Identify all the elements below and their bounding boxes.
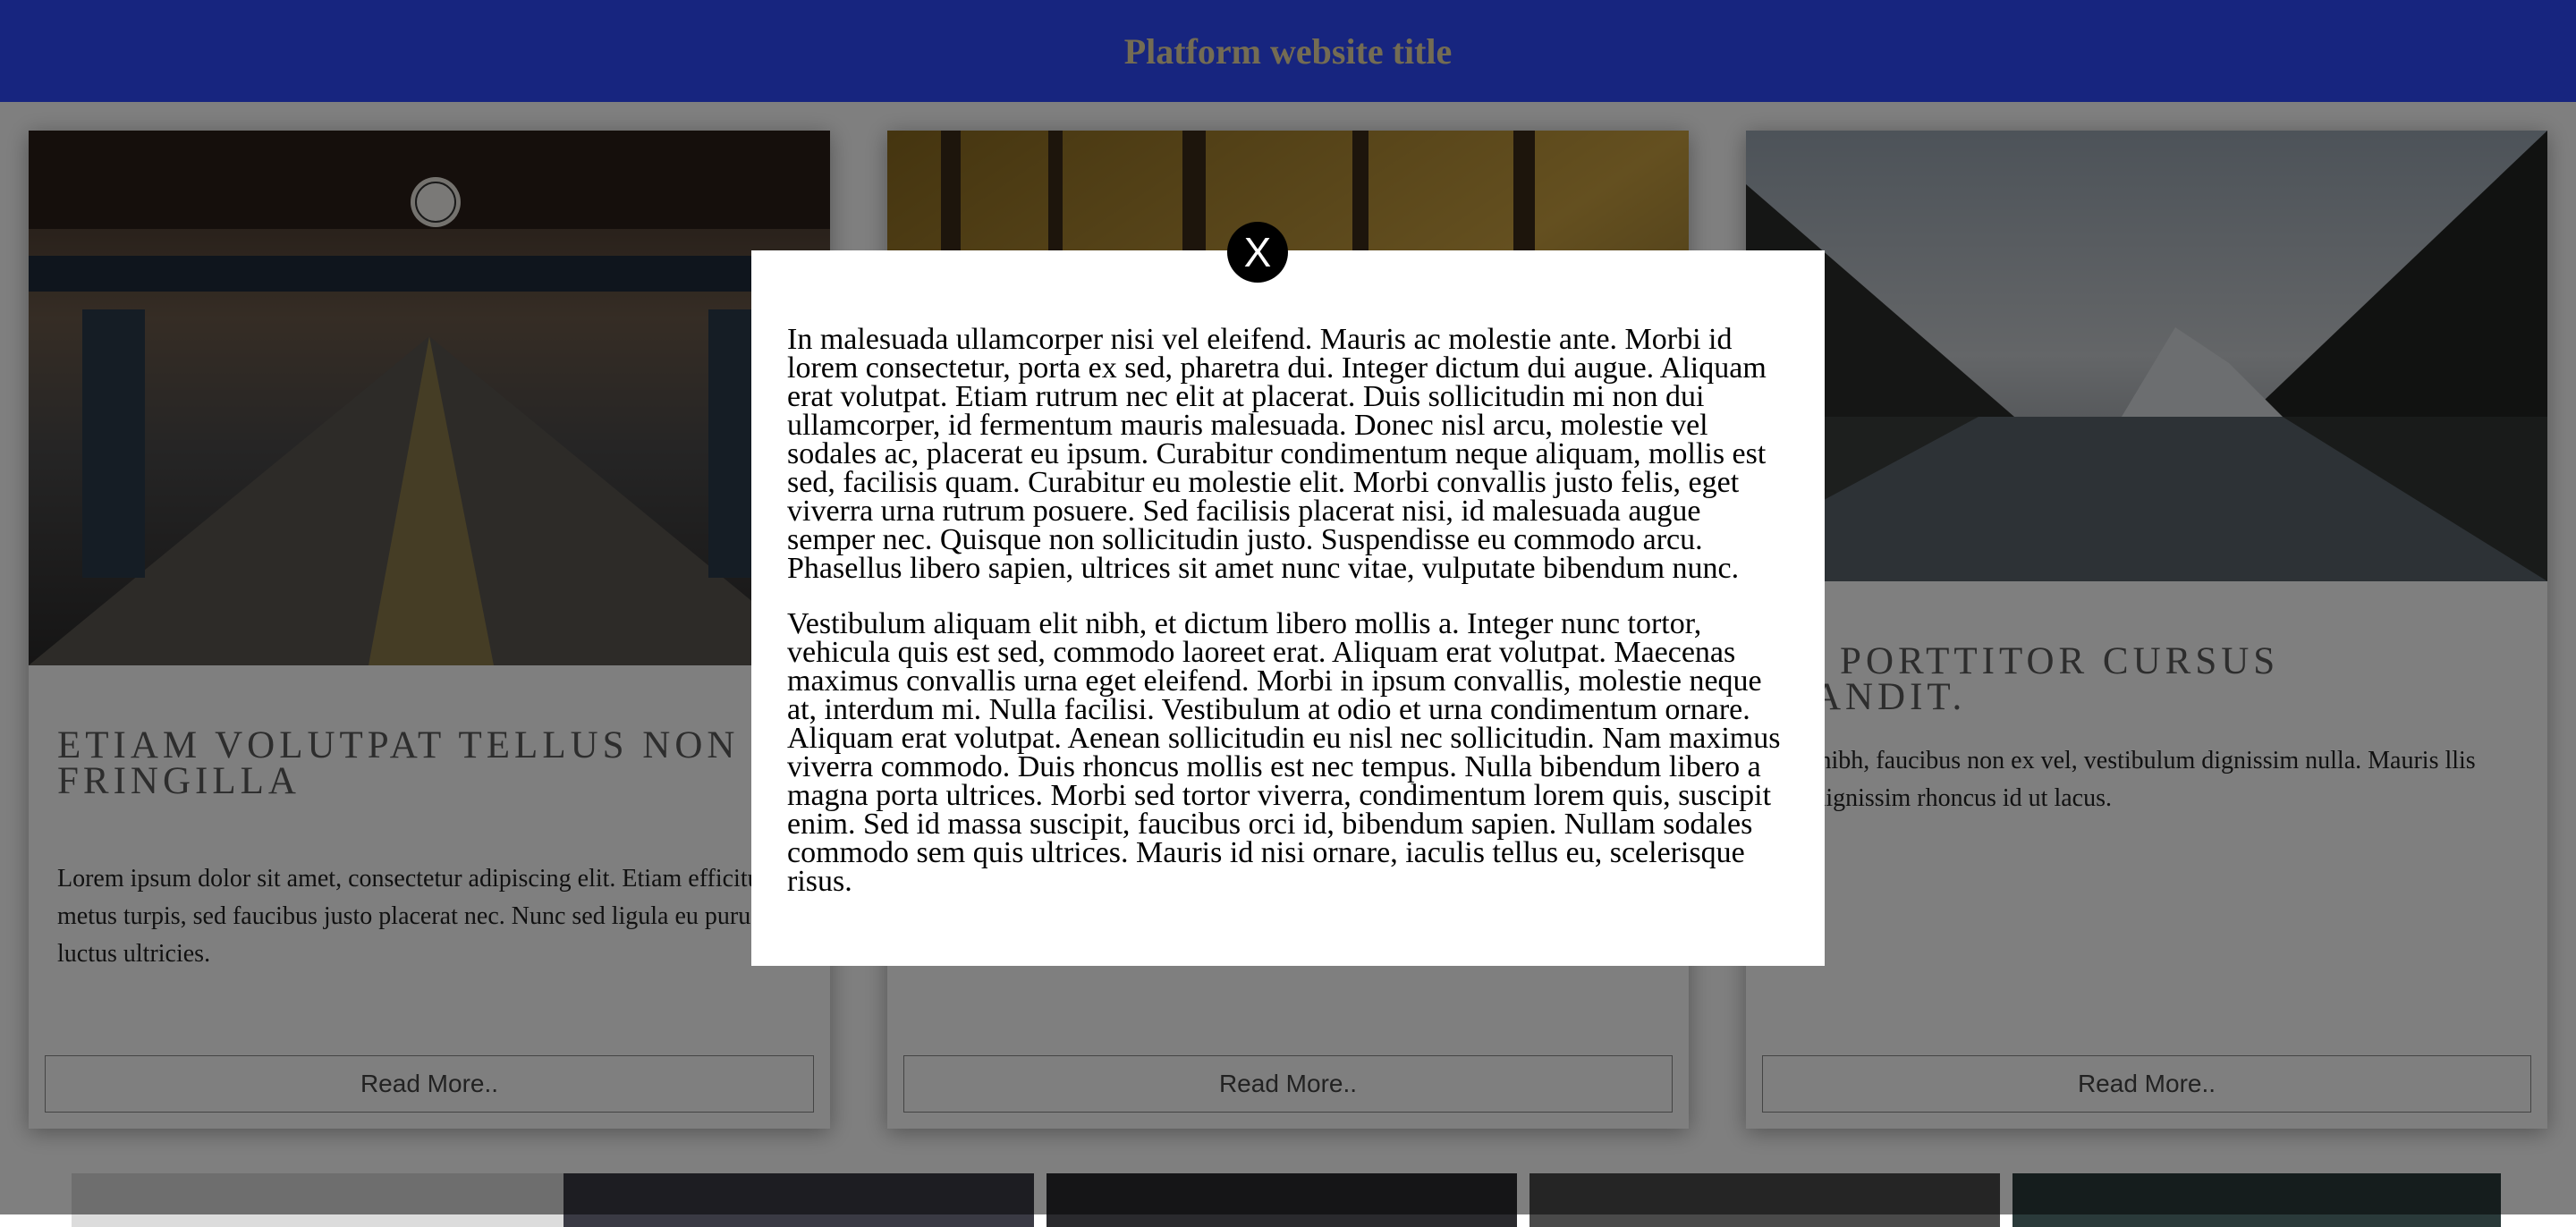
close-button[interactable]: X: [1227, 222, 1288, 283]
modal-paragraph: Vestibulum aliquam elit nibh, et dictum …: [787, 607, 1781, 898]
modal-paragraph: In malesuada ullamcorper nisi vel eleife…: [787, 323, 1767, 585]
close-icon: X: [1243, 229, 1272, 275]
modal-dialog: In malesuada ullamcorper nisi vel eleife…: [751, 250, 1825, 966]
